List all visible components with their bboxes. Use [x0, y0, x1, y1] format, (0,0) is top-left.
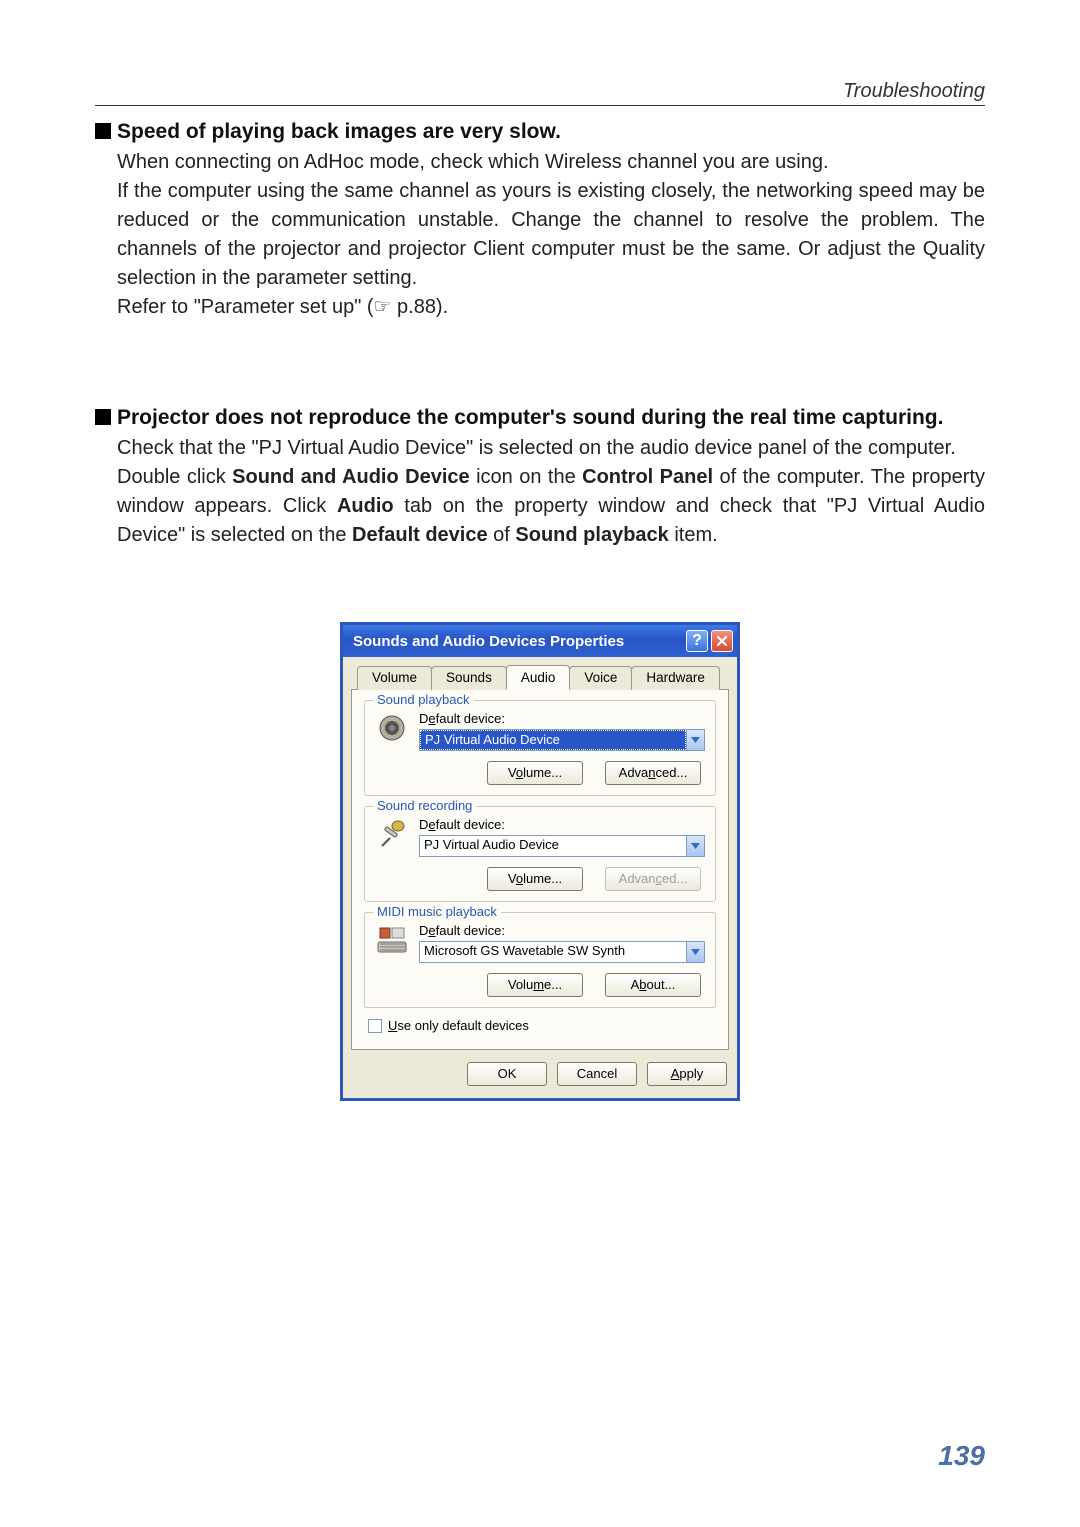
playback-advanced-button[interactable]: Advanced... [605, 761, 701, 785]
playback-device-value: PJ Virtual Audio Device [420, 730, 686, 750]
bullet-square-icon [95, 123, 111, 139]
midi-icon [375, 923, 409, 957]
chevron-down-icon[interactable] [686, 942, 704, 962]
checkbox-icon[interactable] [368, 1019, 382, 1033]
section2-title: Projector does not reproduce the compute… [95, 406, 985, 430]
midi-playback-legend: MIDI music playback [373, 904, 501, 919]
tab-voice[interactable]: Voice [569, 666, 632, 690]
tab-audio[interactable]: Audio [506, 665, 571, 690]
recording-default-label: Default device: [419, 817, 705, 832]
use-only-defaults-label: Use only default devices [388, 1018, 529, 1033]
midi-device-select[interactable]: Microsoft GS Wavetable SW Synth [419, 941, 705, 963]
playback-default-label: Default device: [419, 711, 705, 726]
chevron-down-icon[interactable] [686, 730, 704, 750]
apply-button[interactable]: Apply [647, 1062, 727, 1086]
cancel-button[interactable]: Cancel [557, 1062, 637, 1086]
ok-button[interactable]: OK [467, 1062, 547, 1086]
section1-p2: If the computer using the same channel a… [117, 177, 985, 293]
audio-properties-dialog: Sounds and Audio Devices Properties ? Vo… [340, 622, 740, 1101]
midi-about-button[interactable]: About... [605, 973, 701, 997]
dialog-title: Sounds and Audio Devices Properties [353, 633, 683, 650]
page-number: 139 [938, 1440, 985, 1472]
dialog-titlebar[interactable]: Sounds and Audio Devices Properties ? [343, 625, 737, 657]
recording-volume-button[interactable]: Volume... [487, 867, 583, 891]
section-header: Troubleshooting [843, 80, 985, 103]
use-only-defaults-row[interactable]: Use only default devices [368, 1018, 716, 1033]
recording-device-value: PJ Virtual Audio Device [420, 836, 686, 856]
chevron-down-icon[interactable] [686, 836, 704, 856]
speaker-icon [375, 711, 409, 745]
section1-p1: When connecting on AdHoc mode, check whi… [117, 148, 985, 177]
sound-playback-legend: Sound playback [373, 692, 474, 707]
microphone-icon [375, 817, 409, 851]
playback-volume-button[interactable]: Volume... [487, 761, 583, 785]
section2-p1: Check that the "PJ Virtual Audio Device"… [117, 434, 985, 463]
midi-device-value: Microsoft GS Wavetable SW Synth [420, 942, 686, 962]
sound-recording-legend: Sound recording [373, 798, 476, 813]
section1-p3: Refer to "Parameter set up" (☞ p.88). [117, 293, 985, 322]
recording-advanced-button: Advanced... [605, 867, 701, 891]
playback-device-select[interactable]: PJ Virtual Audio Device [419, 729, 705, 751]
section1-title: Speed of playing back images are very sl… [95, 120, 985, 144]
midi-playback-group: MIDI music playback [364, 912, 716, 1008]
tabs: Volume Sounds Audio Voice Hardware [351, 665, 729, 689]
tab-volume[interactable]: Volume [357, 666, 432, 690]
sound-recording-group: Sound recording Default device: [364, 806, 716, 902]
help-button[interactable]: ? [686, 630, 708, 652]
close-button[interactable] [711, 630, 733, 652]
section2-p2: Double click Sound and Audio Device icon… [117, 463, 985, 550]
tab-sounds[interactable]: Sounds [431, 666, 507, 690]
midi-default-label: Default device: [419, 923, 705, 938]
sound-playback-group: Sound playback Default device: [364, 700, 716, 796]
recording-device-select[interactable]: PJ Virtual Audio Device [419, 835, 705, 857]
bullet-square-icon [95, 409, 111, 425]
midi-volume-button[interactable]: Volume... [487, 973, 583, 997]
tab-hardware[interactable]: Hardware [631, 666, 720, 690]
